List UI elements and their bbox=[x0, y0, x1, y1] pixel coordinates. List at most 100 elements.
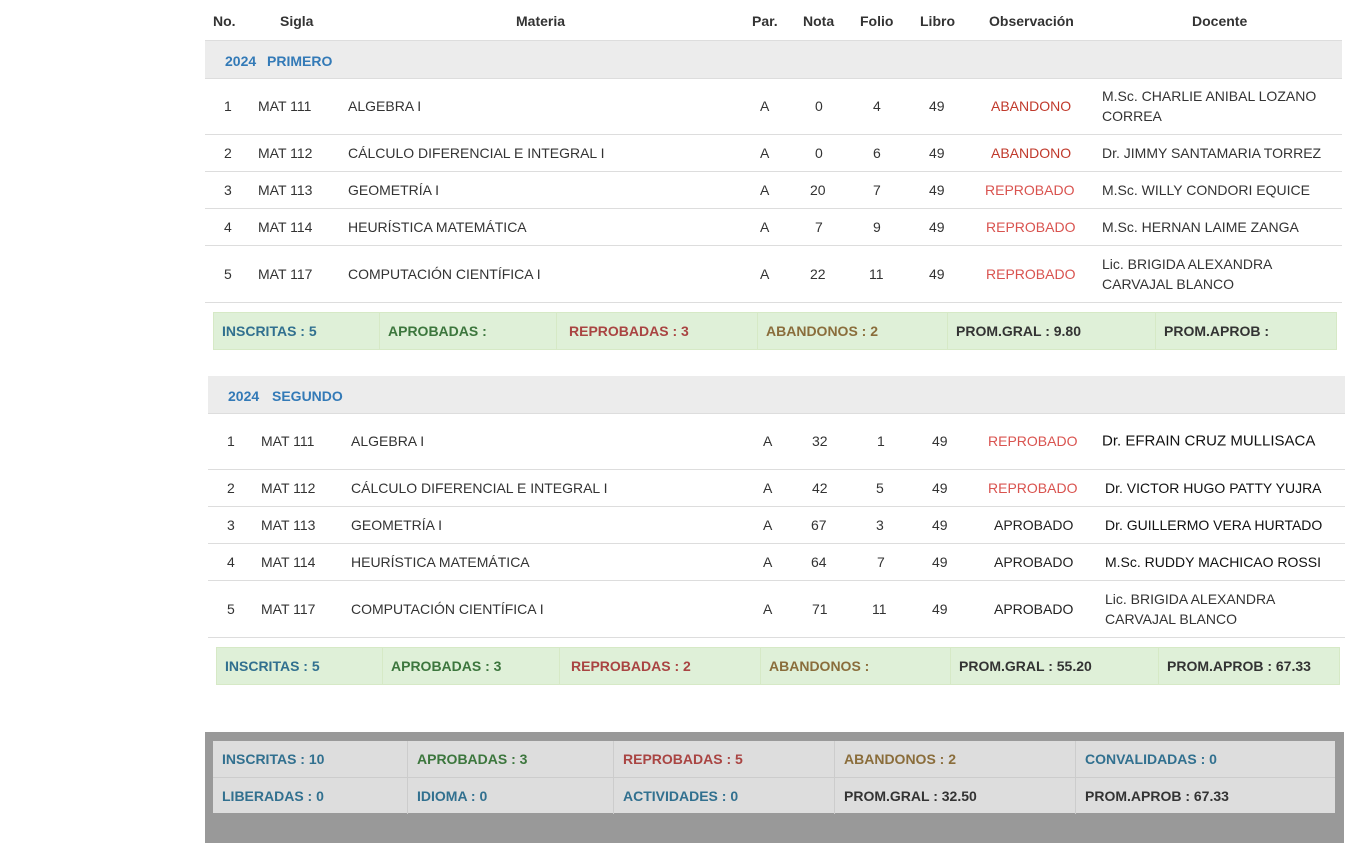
row-no: 5 bbox=[227, 601, 235, 617]
row-par: A bbox=[763, 517, 773, 533]
row-materia: HEURÍSTICA MATEMÁTICA bbox=[351, 554, 530, 570]
row-sigla: MAT 112 bbox=[261, 480, 316, 496]
summary-reprobadas: REPROBADAS : 3 bbox=[557, 313, 758, 349]
row-no: 3 bbox=[227, 517, 235, 533]
header-materia: Materia bbox=[516, 13, 566, 29]
header-docente: Docente bbox=[1192, 13, 1248, 29]
totals-row: LIBERADAS : 0 IDIOMA : 0 ACTIVIDADES : 0… bbox=[213, 778, 1335, 814]
totals-table: INSCRITAS : 10 APROBADAS : 3 REPROBADAS … bbox=[213, 741, 1335, 814]
row-no: 4 bbox=[224, 219, 232, 235]
total-prom-gral: PROM.GRAL : 32.50 bbox=[835, 778, 1076, 814]
row-no: 1 bbox=[227, 433, 235, 449]
row-materia: CÁLCULO DIFERENCIAL E INTEGRAL I bbox=[351, 480, 608, 496]
summary-aprobadas: APROBADAS : bbox=[380, 313, 557, 349]
row-no: 2 bbox=[227, 480, 235, 496]
row-materia: GEOMETRÍA I bbox=[348, 182, 440, 198]
row-no: 5 bbox=[224, 266, 232, 282]
row-sigla: MAT 114 bbox=[261, 554, 316, 570]
total-inscritas: INSCRITAS : 10 bbox=[213, 741, 408, 777]
row-docente: Dr. JIMMY SANTAMARIA TORREZ bbox=[1102, 145, 1322, 161]
row-docente: M.Sc. RUDDY MACHICAO ROSSI bbox=[1105, 554, 1321, 570]
row-nota: 71 bbox=[812, 601, 828, 617]
period-year: 2024 bbox=[225, 53, 257, 69]
summary-prom-aprob: PROM.APROB : bbox=[1164, 323, 1269, 339]
row-folio: 6 bbox=[873, 145, 881, 161]
row-libro: 49 bbox=[929, 145, 945, 161]
period-name: PRIMERO bbox=[267, 53, 333, 69]
row-sigla: MAT 117 bbox=[261, 601, 316, 617]
summary-prom-aprob: PROM.APROB : 67.33 bbox=[1167, 658, 1311, 674]
row-materia: COMPUTACIÓN CIENTÍFICA I bbox=[351, 601, 544, 617]
table-row: 2 MAT 112 CÁLCULO DIFERENCIAL E INTEGRAL… bbox=[208, 470, 1345, 507]
row-docente: Dr. VICTOR HUGO PATTY YUJRA bbox=[1105, 480, 1322, 496]
row-nota: 42 bbox=[812, 480, 828, 496]
row-sigla: MAT 114 bbox=[258, 219, 313, 235]
table-row: 1 MAT 111 ALGEBRA I A 0 4 49 ABANDONO M.… bbox=[205, 78, 1342, 135]
row-observacion: REPROBADO bbox=[986, 266, 1076, 282]
row-observacion: REPROBADO bbox=[985, 182, 1075, 198]
row-libro: 49 bbox=[932, 554, 948, 570]
total-prom-aprob: PROM.APROB : 67.33 bbox=[1085, 788, 1229, 804]
row-docente: Dr. EFRAIN CRUZ MULLISACA bbox=[1102, 432, 1316, 450]
total-actividades: ACTIVIDADES : 0 bbox=[614, 778, 835, 814]
summary-reprobadas: REPROBADAS : 2 bbox=[560, 648, 761, 684]
row-nota: 7 bbox=[815, 219, 823, 235]
header-libro: Libro bbox=[920, 13, 955, 29]
row-no: 3 bbox=[224, 182, 232, 198]
total-aprobadas: APROBADAS : 3 bbox=[408, 741, 614, 777]
totals-row: INSCRITAS : 10 APROBADAS : 3 REPROBADAS … bbox=[213, 741, 1335, 778]
row-sigla: MAT 112 bbox=[258, 145, 313, 161]
row-sigla: MAT 113 bbox=[261, 517, 316, 533]
row-par: A bbox=[760, 219, 770, 235]
table-row: 5 MAT 117 COMPUTACIÓN CIENTÍFICA I A 22 … bbox=[205, 246, 1342, 303]
row-folio: 5 bbox=[876, 480, 884, 496]
header-no: No. bbox=[213, 13, 236, 29]
row-docente: M.Sc. HERNAN LAIME ZANGA bbox=[1102, 219, 1299, 235]
row-folio: 7 bbox=[877, 554, 885, 570]
summary-abandonos: ABANDONOS : bbox=[761, 648, 951, 684]
period-summary: INSCRITAS : 5 APROBADAS : REPROBADAS : 3… bbox=[213, 312, 1337, 350]
row-nota: 32 bbox=[812, 433, 828, 449]
row-observacion: REPROBADO bbox=[986, 219, 1076, 235]
period-header: 2024 PRIMERO bbox=[205, 41, 1342, 79]
row-libro: 49 bbox=[929, 182, 945, 198]
total-liberadas: LIBERADAS : 0 bbox=[213, 778, 408, 814]
row-observacion: REPROBADO bbox=[988, 480, 1078, 496]
row-observacion: ABANDONO bbox=[991, 145, 1072, 161]
row-no: 1 bbox=[224, 98, 232, 114]
table-header: No. Sigla Materia Par. Nota Folio Libro … bbox=[205, 0, 1342, 42]
row-nota: 0 bbox=[815, 98, 823, 114]
row-par: A bbox=[760, 145, 770, 161]
summary-aprobadas: APROBADAS : 3 bbox=[383, 648, 560, 684]
row-folio: 9 bbox=[873, 219, 881, 235]
total-convalidadas: CONVALIDADAS : 0 bbox=[1085, 751, 1217, 767]
row-folio: 4 bbox=[873, 98, 881, 114]
total-idioma: IDIOMA : 0 bbox=[408, 778, 614, 814]
row-observacion: APROBADO bbox=[994, 517, 1074, 533]
row-libro: 49 bbox=[929, 266, 945, 282]
row-libro: 49 bbox=[932, 601, 948, 617]
row-nota: 67 bbox=[811, 517, 827, 533]
row-par: A bbox=[763, 433, 773, 449]
row-sigla: MAT 117 bbox=[258, 266, 313, 282]
row-docente: M.Sc. CHARLIE ANIBAL LOZANO CORREA bbox=[1102, 88, 1317, 124]
row-observacion: ABANDONO bbox=[991, 98, 1072, 114]
row-docente: Dr. GUILLERMO VERA HURTADO bbox=[1105, 517, 1323, 533]
row-folio: 3 bbox=[876, 517, 884, 533]
table-row: 4 MAT 114 HEURÍSTICA MATEMÁTICA A 64 7 4… bbox=[208, 544, 1345, 581]
table-row: 3 MAT 113 GEOMETRÍA I A 20 7 49 REPROBAD… bbox=[205, 172, 1342, 209]
row-sigla: MAT 113 bbox=[258, 182, 313, 198]
summary-inscritas: INSCRITAS : 5 bbox=[214, 313, 380, 349]
row-sigla: MAT 111 bbox=[258, 98, 312, 114]
period-summary: INSCRITAS : 5 APROBADAS : 3 REPROBADAS :… bbox=[216, 647, 1340, 685]
row-nota: 64 bbox=[811, 554, 827, 570]
totals-panel: INSCRITAS : 10 APROBADAS : 3 REPROBADAS … bbox=[205, 732, 1344, 843]
row-libro: 49 bbox=[932, 517, 948, 533]
row-materia: ALGEBRA I bbox=[348, 98, 422, 114]
row-materia: HEURÍSTICA MATEMÁTICA bbox=[348, 219, 527, 235]
row-folio: 7 bbox=[873, 182, 881, 198]
header-nota: Nota bbox=[803, 13, 835, 29]
row-par: A bbox=[760, 98, 770, 114]
row-folio: 11 bbox=[869, 266, 884, 282]
period-year: 2024 bbox=[228, 388, 260, 404]
